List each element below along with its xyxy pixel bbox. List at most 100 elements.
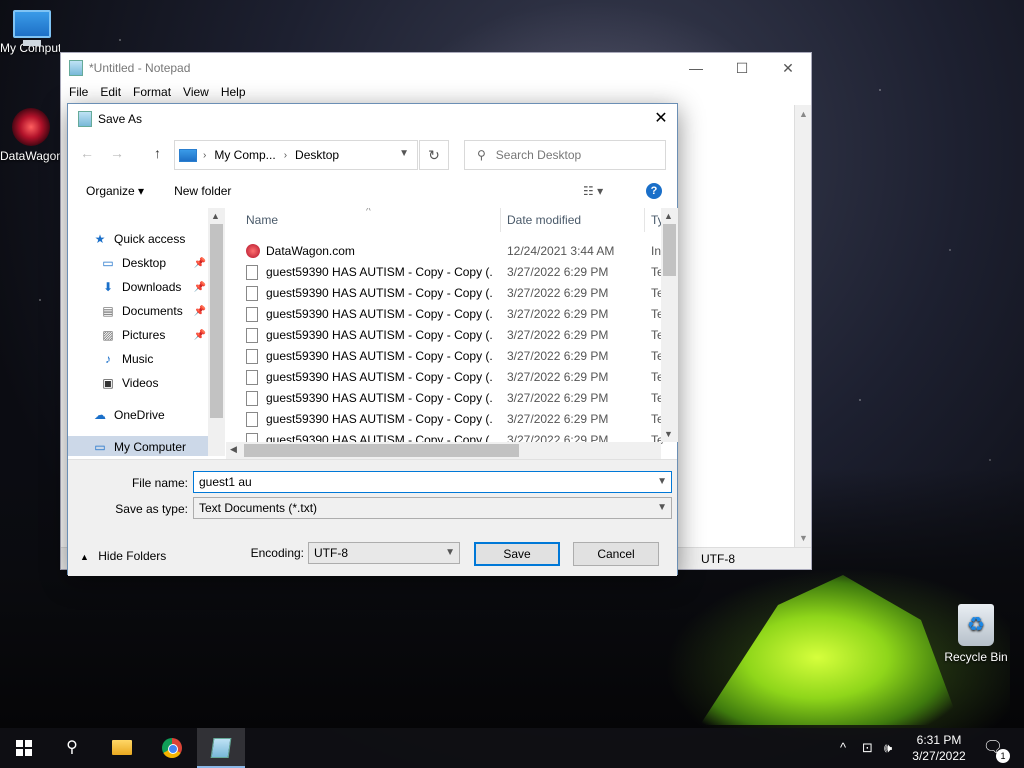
dialog-bottom-panel: File name: guest1 au ▼ Save as type: Tex… (68, 459, 677, 576)
hide-folders-button[interactable]: ▲ Hide Folders (80, 549, 166, 563)
encoding-select[interactable]: UTF-8 ▼ (308, 542, 460, 564)
datawagon-file-icon (246, 244, 260, 258)
file-list-horizontal-scrollbar[interactable]: ◀ (226, 442, 661, 459)
menu-view[interactable]: View (177, 83, 215, 103)
refresh-button[interactable]: ↻ (419, 140, 449, 170)
file-row[interactable]: guest59390 HAS AUTISM - Copy - Copy (...… (226, 262, 664, 283)
menu-edit[interactable]: Edit (94, 83, 127, 103)
scroll-left-arrow-icon[interactable]: ◀ (230, 444, 237, 455)
scroll-down-arrow-icon[interactable]: ▼ (799, 533, 808, 543)
desktop-icon: ▭ (102, 256, 114, 270)
save-button[interactable]: Save (474, 542, 560, 566)
dialog-close-button[interactable]: ✕ (645, 104, 677, 134)
notification-button[interactable]: 🗨 1 (982, 737, 1010, 763)
nav-item-quick-access[interactable]: ★ Quick access (92, 228, 212, 250)
menu-file[interactable]: File (63, 83, 94, 103)
organize-button[interactable]: Organize ▾ (86, 184, 144, 198)
nav-item-my-computer[interactable]: ▭ My Computer (68, 436, 208, 456)
file-row[interactable]: guest59390 HAS AUTISM - Copy - Copy (...… (226, 409, 664, 430)
column-header-name[interactable]: Name (246, 208, 278, 232)
file-row[interactable]: guest59390 HAS AUTISM - Copy - Copy (...… (226, 367, 664, 388)
file-list: Name ^ Date modified Ty DataWagon.com 12… (226, 208, 676, 456)
dialog-title: Save As (98, 112, 143, 126)
text-file-icon (246, 391, 258, 406)
dialog-navbar: ← → ↑ › My Comp... › Desktop ▼ ↻ ⚲ Searc… (68, 137, 677, 171)
network-icon[interactable]: ⊡ (862, 728, 873, 768)
nav-item-videos[interactable]: ▣ Videos (100, 372, 208, 394)
encoding-label: Encoding: (250, 546, 304, 560)
file-name-input[interactable]: guest1 au ▼ (193, 471, 672, 493)
scrollbar-thumb[interactable] (210, 224, 223, 418)
file-list-vertical-scrollbar[interactable]: ▲ ▼ (661, 208, 678, 442)
notepad-icon (69, 60, 83, 76)
file-date: 3/27/2022 6:29 PM (507, 391, 609, 405)
scroll-up-arrow-icon[interactable]: ▲ (211, 211, 220, 221)
search-box[interactable]: ⚲ Search Desktop (464, 140, 666, 170)
chevron-up-icon: ▲ (80, 552, 89, 562)
chevron-down-icon[interactable]: ▼ (445, 543, 455, 563)
chevron-up-icon[interactable]: ^ (840, 728, 846, 768)
back-arrow-icon[interactable]: ← (80, 145, 94, 161)
file-row[interactable]: guest59390 HAS AUTISM - Copy - Copy (...… (226, 346, 664, 367)
nav-item-pictures[interactable]: ▨ Pictures 📌 (100, 324, 208, 346)
scroll-up-arrow-icon[interactable]: ▲ (664, 211, 673, 221)
address-bar[interactable]: › My Comp... › Desktop ▼ (174, 140, 418, 170)
file-row[interactable]: guest59390 HAS AUTISM - Copy - Copy (...… (226, 388, 664, 409)
column-divider[interactable] (644, 208, 645, 232)
navigation-pane-scrollbar[interactable]: ▲ (208, 208, 225, 456)
scrollbar-thumb[interactable] (663, 224, 676, 276)
nav-item-music[interactable]: ♪ Music (100, 348, 208, 370)
scroll-up-arrow-icon[interactable]: ▲ (799, 109, 808, 119)
chrome-button[interactable] (148, 728, 196, 768)
pin-icon: 📌 (193, 329, 206, 341)
start-button[interactable] (0, 728, 48, 768)
file-name: guest59390 HAS AUTISM - Copy - Copy (... (266, 391, 492, 405)
new-folder-button[interactable]: New folder (174, 184, 231, 198)
file-row[interactable]: guest59390 HAS AUTISM - Copy - Copy (...… (226, 304, 664, 325)
volume-icon[interactable]: 🕪 (884, 728, 892, 768)
chevron-down-icon[interactable]: ▼ (399, 148, 409, 159)
up-arrow-icon[interactable]: ↑ (154, 145, 161, 161)
menu-format[interactable]: Format (127, 83, 177, 103)
desktop-icon-my-computer[interactable]: My Computer (0, 10, 64, 55)
close-button[interactable]: ✕ (765, 53, 811, 83)
forward-arrow-icon[interactable]: → (110, 145, 124, 161)
text-file-icon (246, 328, 258, 343)
search-button[interactable]: ⚲ (48, 728, 96, 768)
notepad-taskbar-button[interactable] (197, 728, 245, 768)
menu-help[interactable]: Help (215, 83, 252, 103)
file-date: 3/27/2022 6:29 PM (507, 412, 609, 426)
nav-item-onedrive[interactable]: ☁ OneDrive (92, 404, 208, 426)
nav-item-label: Documents (122, 304, 183, 318)
file-explorer-button[interactable] (98, 728, 146, 768)
cancel-button[interactable]: Cancel (573, 542, 659, 566)
breadcrumb-desktop[interactable]: Desktop (295, 148, 339, 162)
file-date: 3/27/2022 6:29 PM (507, 307, 609, 321)
column-header-date-modified[interactable]: Date modified (507, 208, 581, 232)
clock[interactable]: 6:31 PM 3/27/2022 (905, 732, 973, 764)
nav-item-desktop[interactable]: ▭ Desktop 📌 (100, 252, 208, 274)
file-row[interactable]: guest59390 HAS AUTISM - Copy - Copy (...… (226, 283, 664, 304)
nav-item-documents[interactable]: ▤ Documents 📌 (100, 300, 208, 322)
search-placeholder: Search Desktop (495, 148, 582, 162)
save-as-type-select[interactable]: Text Documents (*.txt) ▼ (193, 497, 672, 519)
file-row[interactable]: DataWagon.com 12/24/2021 3:44 AM In (226, 241, 661, 262)
file-row[interactable]: guest59390 HAS AUTISM - Copy - Copy (...… (226, 325, 664, 346)
view-options-button[interactable]: ☷ ▾ (583, 184, 603, 198)
help-icon[interactable]: ? (646, 183, 662, 199)
minimize-button[interactable]: — (673, 53, 719, 83)
desktop-icon-recycle-bin[interactable]: ♻ Recycle Bin (940, 604, 1012, 664)
breadcrumb-my-computer[interactable]: My Comp... (214, 148, 275, 162)
scroll-down-arrow-icon[interactable]: ▼ (664, 429, 673, 439)
video-icon: ▣ (102, 376, 114, 390)
notepad-vertical-scrollbar[interactable]: ▲ ▼ (794, 105, 811, 547)
dialog-titlebar[interactable]: Save As (68, 104, 677, 134)
desktop-icon-datawagon[interactable]: DataWagon (0, 108, 63, 163)
maximize-button[interactable]: ☐ (719, 53, 765, 83)
chevron-down-icon[interactable]: ▼ (657, 472, 667, 492)
chevron-down-icon[interactable]: ▼ (657, 498, 667, 518)
scrollbar-thumb[interactable] (244, 444, 519, 457)
encoding-value: UTF-8 (314, 546, 348, 560)
column-divider[interactable] (500, 208, 501, 232)
nav-item-downloads[interactable]: ⬇ Downloads 📌 (100, 276, 208, 298)
